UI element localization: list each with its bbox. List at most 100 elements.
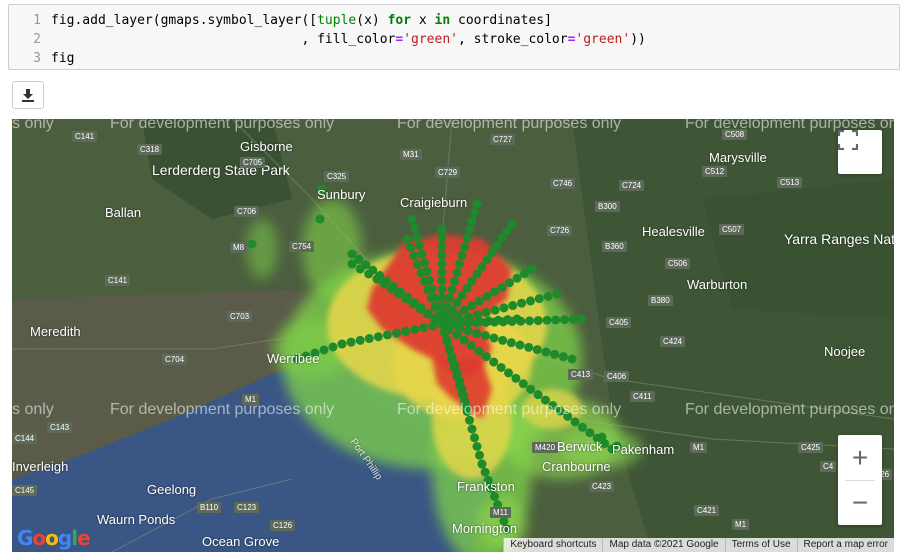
code-token: 'green' [575,32,631,47]
symbol-marker [447,352,457,361]
symbol-marker [512,314,522,324]
road-shield: C754 [289,241,315,252]
google-map[interactable]: s only For development purposes only For… [12,119,894,552]
line-number: 2 [33,32,41,47]
road-shield: C145 [12,485,38,496]
road-shield: C727 [490,134,516,145]
road-shield: C512 [702,166,728,177]
symbol-marker [456,318,466,328]
place-label: Noojee [824,344,866,359]
road-shield: M11 [490,507,511,518]
symbol-marker [445,343,454,353]
symbol-marker [440,327,449,337]
road-shield: C705 [240,157,266,168]
code-line-1: fig.add_layer(gmaps.symbol_layer([tuple(… [51,11,646,30]
symbol-marker [410,324,420,334]
road-shield: C513 [777,177,803,188]
road-shield: C421 [694,505,720,516]
code-token: for [387,13,412,28]
place-label: Meredith [30,324,81,339]
symbol-marker [520,269,529,279]
code-editor[interactable]: fig.add_layer(gmaps.symbol_layer([tuple(… [51,11,646,68]
symbol-marker [355,335,365,345]
symbol-marker [470,208,479,218]
zoom-in-button[interactable]: + [838,436,882,480]
symbol-marker [475,296,484,306]
symbol-marker [407,214,417,224]
symbol-marker [543,291,553,301]
symbol-marker [247,239,257,249]
road-shield: C405 [606,317,632,328]
place-label: Werribee [267,351,320,366]
map-data-text: Map data ©2021 Google [602,538,725,552]
symbol-marker [437,284,447,294]
place-label: Craigieburn [400,195,468,210]
place-label: Ocean Grove [202,534,280,549]
symbol-marker [550,349,560,359]
place-label: Pakenham [612,442,675,457]
symbol-marker [498,335,508,345]
symbol-marker [472,199,482,209]
symbol-marker [496,362,506,372]
road-shield: C726 [547,225,573,236]
google-logo[interactable]: Google [17,526,91,550]
zoom-out-button[interactable]: − [838,481,882,525]
place-label: Yarra Ranges National Park [784,231,894,247]
symbol-marker [437,250,447,260]
symbol-marker [470,433,479,443]
symbol-marker [467,424,477,434]
road-shield: C325 [324,171,350,182]
symbol-marker [415,240,424,250]
watermark: For development purposes only [110,401,335,418]
symbol-marker [527,264,537,274]
symbol-marker [417,249,427,259]
symbol-marker [392,328,402,338]
road-shield: C126 [270,520,296,531]
terms-link[interactable]: Terms of Use [724,538,797,552]
symbol-marker [525,316,534,326]
symbol-marker [328,342,338,352]
map-canvas[interactable] [12,119,894,552]
road-shield: M1 [242,394,260,405]
download-button[interactable] [12,81,44,109]
road-shield: C507 [719,224,745,235]
symbol-marker [505,278,514,288]
symbol-marker [503,315,513,325]
code-cell[interactable]: 1 2 3 fig.add_layer(gmaps.symbol_layer([… [8,4,900,70]
symbol-marker [463,326,473,336]
place-label: Warburton [687,277,748,292]
code-token: fig.add_layer(gmaps.symbol_layer([ [51,13,318,28]
road-shield: C4 [820,461,837,472]
symbol-marker [364,334,374,344]
code-line-2: , fill_color='green', stroke_color='gree… [51,30,646,49]
road-shield: C318 [137,144,163,155]
symbol-marker [518,379,528,389]
symbol-marker [567,354,577,364]
symbol-marker [465,317,475,327]
report-error-link[interactable]: Report a map error [796,538,894,552]
symbol-marker [455,376,464,386]
symbol-marker [482,292,492,301]
fullscreen-button[interactable] [838,130,882,174]
symbol-marker [373,332,383,342]
symbol-marker [460,242,469,252]
watermark: For development purposes only [397,119,622,132]
symbol-marker [511,373,521,383]
keyboard-shortcuts-link[interactable]: Keyboard shortcuts [503,538,603,552]
symbol-marker [425,275,434,285]
symbol-marker [412,232,422,241]
code-token: )) [630,32,646,47]
symbol-marker [493,315,503,325]
road-shield: C704 [162,354,188,365]
symbol-marker [319,345,329,355]
road-shield: C143 [47,422,73,433]
symbol-marker [504,368,514,378]
road-shield: M1 [690,442,708,453]
place-label: Mornington [452,521,518,536]
place-label: Cranbourne [542,459,611,474]
road-shield: B380 [648,295,673,306]
symbol-marker [475,317,484,326]
place-label: Gisborne [240,139,293,154]
map-footer: Keyboard shortcuts Map data ©2021 Google… [503,538,894,552]
symbol-marker [459,335,469,345]
